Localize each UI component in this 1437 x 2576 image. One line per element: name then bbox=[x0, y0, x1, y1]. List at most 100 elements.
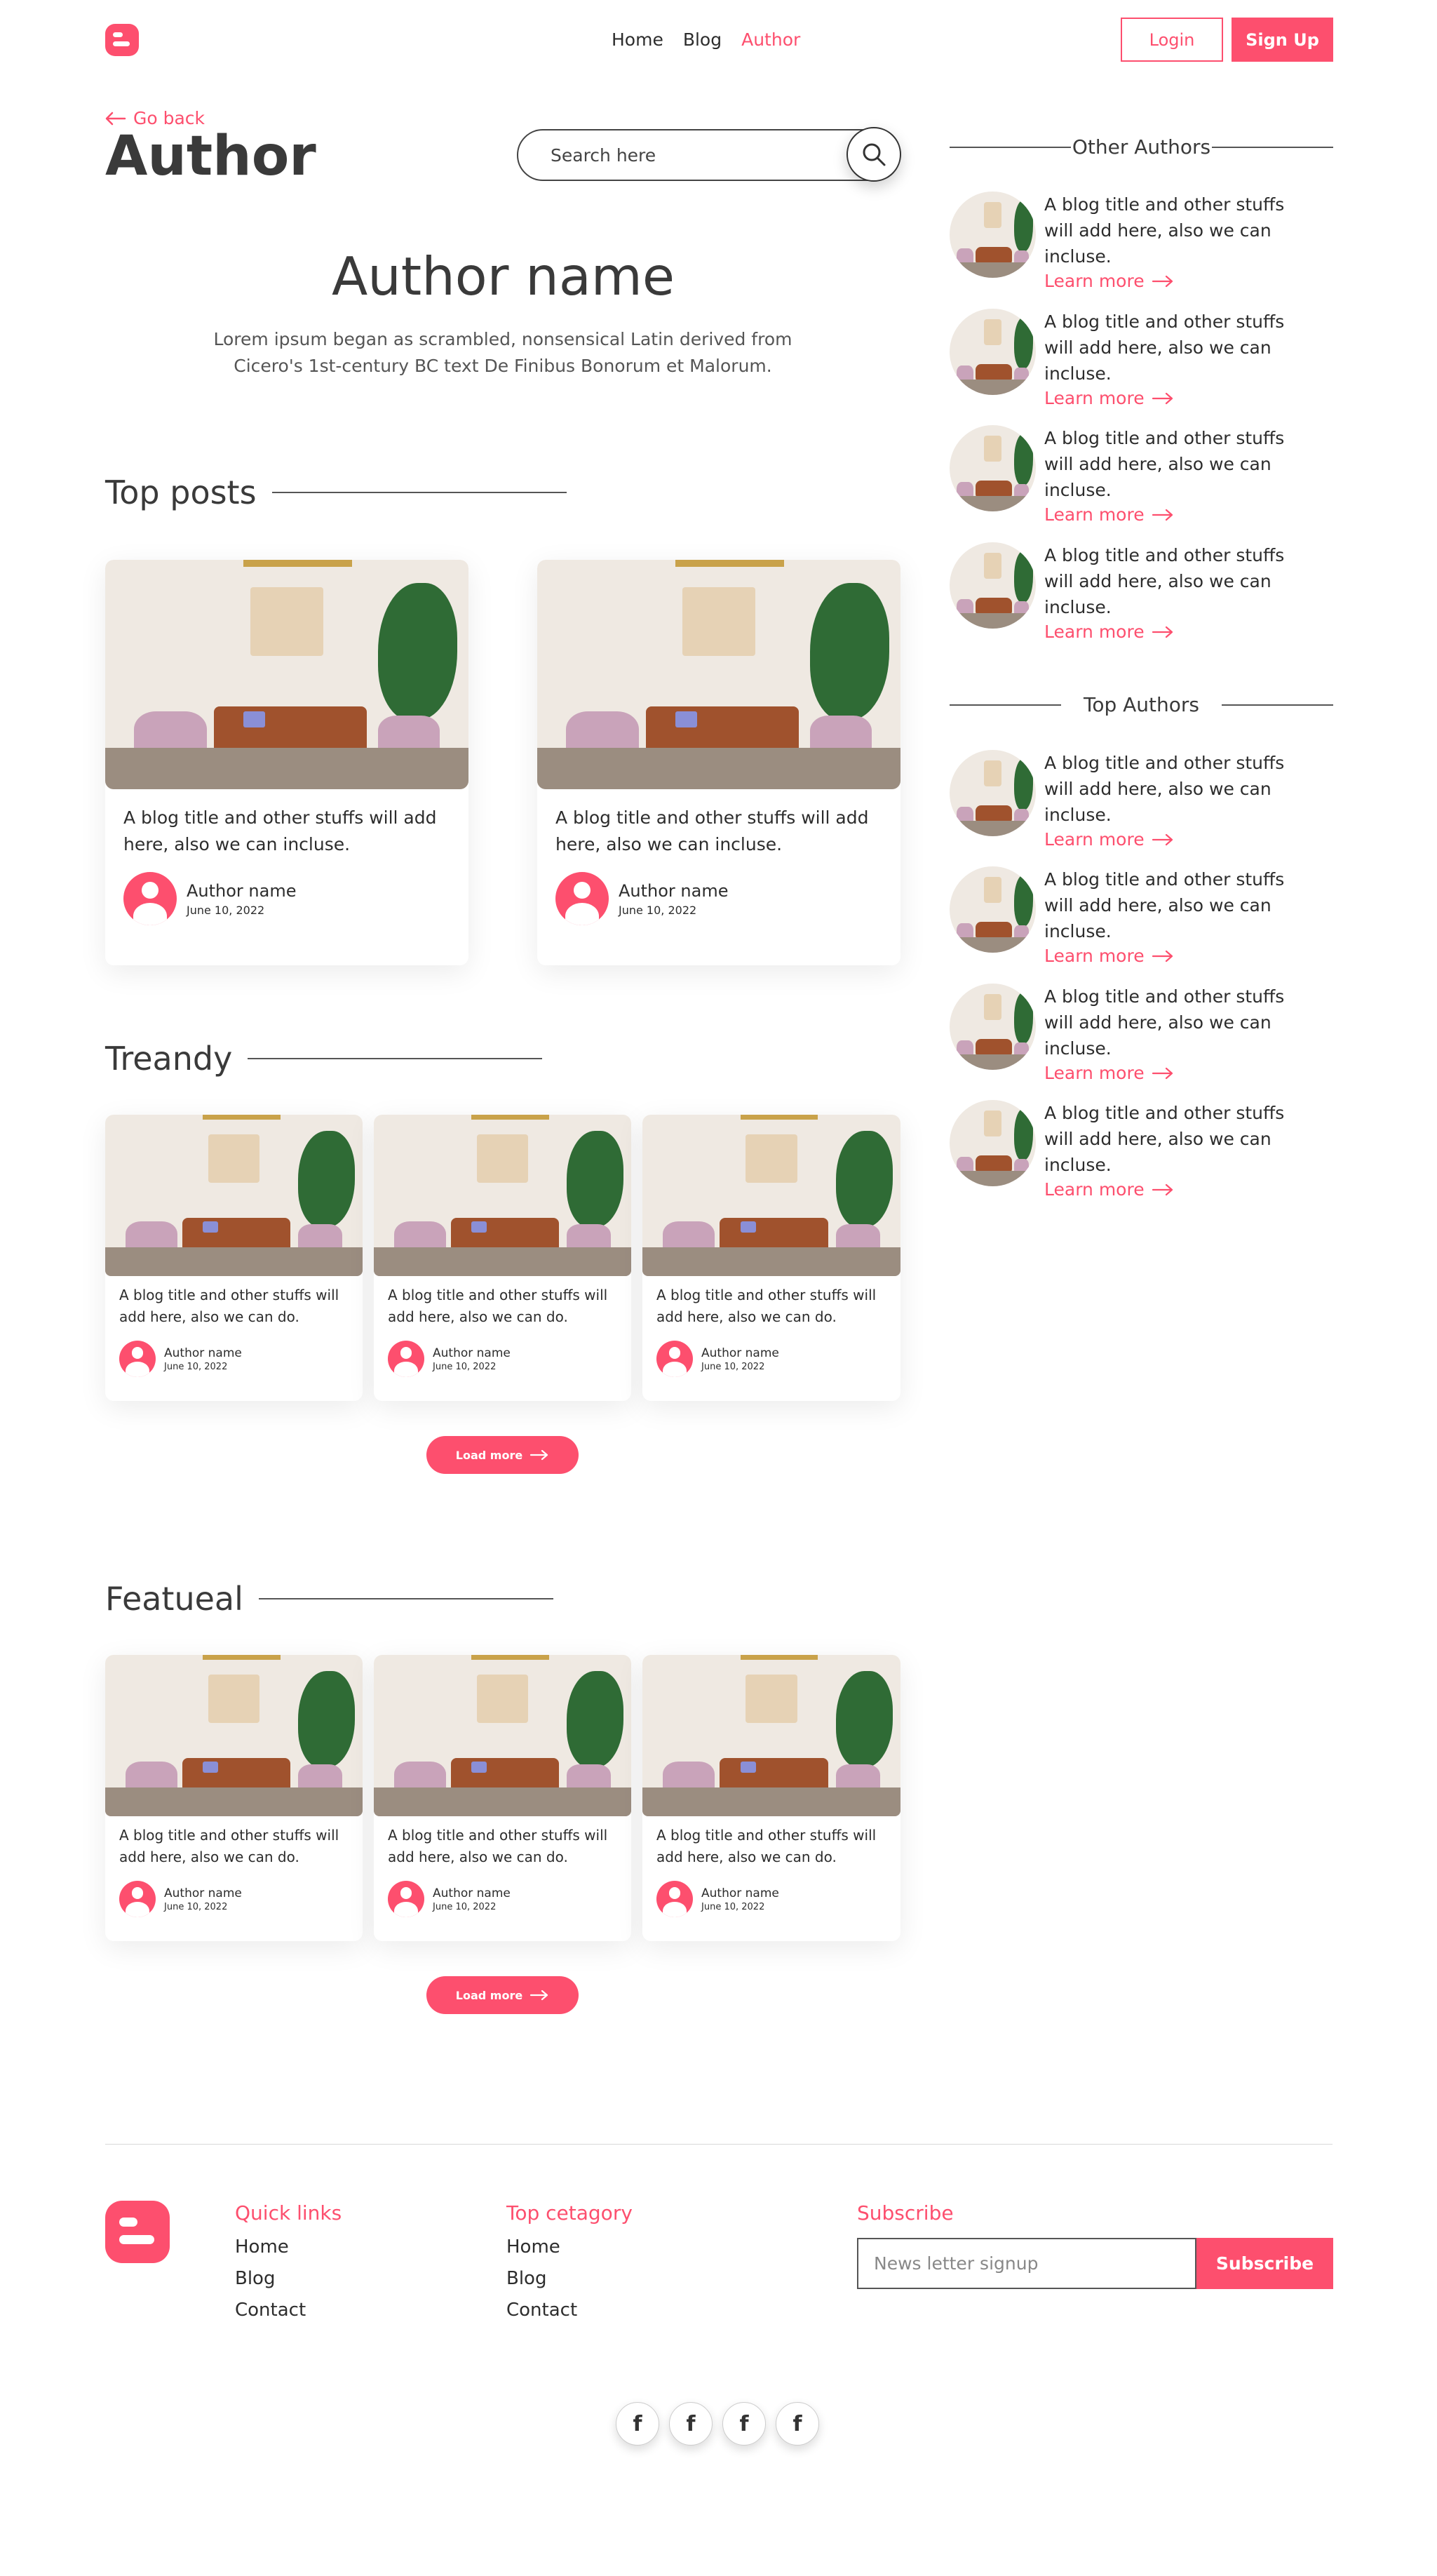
author-thumbnail bbox=[950, 1100, 1036, 1186]
signup-button[interactable]: Sign Up bbox=[1232, 18, 1333, 62]
author-item-text: A blog title and other stuffs will add h… bbox=[1044, 1103, 1285, 1175]
author-thumbnail bbox=[950, 750, 1036, 836]
subscribe-button[interactable]: Subscribe bbox=[1196, 2238, 1333, 2289]
logo-icon[interactable] bbox=[105, 24, 139, 56]
learn-more-link[interactable]: Learn more bbox=[1044, 1063, 1311, 1083]
author-item-text: A blog title and other stuffs will add h… bbox=[1044, 545, 1285, 617]
footer-logo-icon[interactable] bbox=[105, 2201, 170, 2263]
trendy-card[interactable]: A blog title and other stuffs will add h… bbox=[642, 1115, 900, 1401]
load-more-button[interactable]: Load more bbox=[426, 1436, 579, 1474]
author-thumbnail bbox=[950, 425, 1036, 511]
author-thumbnail bbox=[950, 984, 1036, 1070]
post-image bbox=[105, 560, 468, 789]
author-thumbnail bbox=[950, 542, 1036, 629]
learn-more-label: Learn more bbox=[1044, 829, 1145, 850]
author-thumbnail bbox=[950, 309, 1036, 395]
post-date: June 10, 2022 bbox=[701, 1361, 765, 1372]
post-date: June 10, 2022 bbox=[164, 1361, 228, 1372]
top-category: Top cetagory Home Blog Contact bbox=[506, 2201, 633, 2326]
post-title: A blog title and other stuffs will add h… bbox=[119, 1287, 339, 1325]
author-list-item[interactable]: A blog title and other stuffs will add h… bbox=[950, 984, 1311, 1083]
avatar bbox=[119, 1881, 156, 1917]
footer-link-blog[interactable]: Blog bbox=[506, 2263, 633, 2295]
author-list-item[interactable]: A blog title and other stuffs will add h… bbox=[950, 425, 1311, 525]
post-date: June 10, 2022 bbox=[433, 1901, 497, 1912]
author-list-item[interactable]: A blog title and other stuffs will add h… bbox=[950, 192, 1311, 291]
featured-card[interactable]: A blog title and other stuffs will add h… bbox=[105, 1655, 363, 1941]
post-image bbox=[105, 1655, 363, 1816]
avatar bbox=[656, 1341, 693, 1377]
author-list-item[interactable]: A blog title and other stuffs will add h… bbox=[950, 542, 1311, 642]
author-list-item[interactable]: A blog title and other stuffs will add h… bbox=[950, 309, 1311, 408]
author-list-item[interactable]: A blog title and other stuffs will add h… bbox=[950, 866, 1311, 966]
top-authors-heading: Top Authors bbox=[950, 693, 1334, 716]
author-item-text: A blog title and other stuffs will add h… bbox=[1044, 194, 1285, 267]
featured-title: Featueal bbox=[105, 1580, 243, 1618]
nav-author[interactable]: Author bbox=[741, 29, 800, 50]
avatar bbox=[119, 1341, 156, 1377]
author-list-item[interactable]: A blog title and other stuffs will add h… bbox=[950, 750, 1311, 850]
post-title: A blog title and other stuffs will add h… bbox=[656, 1287, 877, 1325]
top-posts-title: Top posts bbox=[105, 474, 257, 511]
divider bbox=[258, 1598, 553, 1599]
divider bbox=[950, 146, 1071, 148]
post-title: A blog title and other stuffs will add h… bbox=[119, 1827, 339, 1865]
post-date: June 10, 2022 bbox=[701, 1901, 765, 1912]
quick-links-title: Quick links bbox=[235, 2201, 342, 2225]
load-more-button[interactable]: Load more bbox=[426, 1976, 579, 2014]
learn-more-label: Learn more bbox=[1044, 1063, 1145, 1083]
avatar bbox=[388, 1341, 424, 1377]
nav-blog[interactable]: Blog bbox=[683, 29, 722, 50]
author-list-item[interactable]: A blog title and other stuffs will add h… bbox=[950, 1100, 1311, 1200]
learn-more-link[interactable]: Learn more bbox=[1044, 388, 1311, 408]
top-authors-title: Top Authors bbox=[1084, 693, 1200, 716]
post-image bbox=[374, 1655, 631, 1816]
top-category-title: Top cetagory bbox=[506, 2201, 633, 2225]
post-image bbox=[642, 1115, 900, 1276]
post-title: A blog title and other stuffs will add h… bbox=[388, 1827, 608, 1865]
login-button[interactable]: Login bbox=[1121, 18, 1223, 62]
author-name: Author name bbox=[331, 246, 675, 307]
divider bbox=[1222, 704, 1334, 706]
featured-card[interactable]: A blog title and other stuffs will add h… bbox=[374, 1655, 631, 1941]
arrow-right-icon bbox=[1152, 950, 1173, 962]
avatar bbox=[555, 872, 609, 925]
footer-link-blog[interactable]: Blog bbox=[235, 2263, 342, 2295]
facebook-icon[interactable]: f bbox=[776, 2402, 819, 2446]
search-button[interactable] bbox=[846, 127, 901, 182]
learn-more-link[interactable]: Learn more bbox=[1044, 504, 1311, 525]
learn-more-link[interactable]: Learn more bbox=[1044, 829, 1311, 850]
post-title: A blog title and other stuffs will add h… bbox=[123, 807, 437, 854]
main-nav: Home Blog Author bbox=[612, 29, 800, 50]
trendy-heading: Treandy bbox=[105, 1040, 543, 1078]
learn-more-link[interactable]: Learn more bbox=[1044, 271, 1311, 291]
facebook-icon[interactable]: f bbox=[616, 2402, 659, 2446]
facebook-icon[interactable]: f bbox=[722, 2402, 766, 2446]
post-date: June 10, 2022 bbox=[433, 1361, 497, 1372]
post-card[interactable]: A blog title and other stuffs will add h… bbox=[105, 560, 468, 965]
nav-home[interactable]: Home bbox=[612, 29, 663, 50]
facebook-icon[interactable]: f bbox=[669, 2402, 713, 2446]
featured-card[interactable]: A blog title and other stuffs will add h… bbox=[642, 1655, 900, 1941]
post-card[interactable]: A blog title and other stuffs will add h… bbox=[537, 560, 900, 965]
post-title: A blog title and other stuffs will add h… bbox=[388, 1287, 608, 1325]
post-image bbox=[642, 1655, 900, 1816]
learn-more-link[interactable]: Learn more bbox=[1044, 622, 1311, 642]
author-item-text: A blog title and other stuffs will add h… bbox=[1044, 311, 1285, 384]
learn-more-link[interactable]: Learn more bbox=[1044, 1179, 1311, 1200]
trendy-card[interactable]: A blog title and other stuffs will add h… bbox=[374, 1115, 631, 1401]
author-thumbnail bbox=[950, 866, 1036, 953]
trendy-card[interactable]: A blog title and other stuffs will add h… bbox=[105, 1115, 363, 1401]
learn-more-link[interactable]: Learn more bbox=[1044, 946, 1311, 966]
newsletter-input[interactable]: News letter signup bbox=[857, 2238, 1196, 2289]
author-label: Author name bbox=[701, 1346, 779, 1360]
footer-link-home[interactable]: Home bbox=[235, 2232, 342, 2263]
footer-link-contact[interactable]: Contact bbox=[506, 2295, 633, 2326]
author-item-text: A blog title and other stuffs will add h… bbox=[1044, 753, 1285, 825]
author-label: Author name bbox=[619, 880, 729, 901]
load-more-label: Load more bbox=[455, 1448, 523, 1462]
search-input[interactable]: Search here bbox=[517, 129, 900, 181]
author-item-text: A blog title and other stuffs will add h… bbox=[1044, 986, 1285, 1059]
footer-link-home[interactable]: Home bbox=[506, 2232, 633, 2263]
footer-link-contact[interactable]: Contact bbox=[235, 2295, 342, 2326]
